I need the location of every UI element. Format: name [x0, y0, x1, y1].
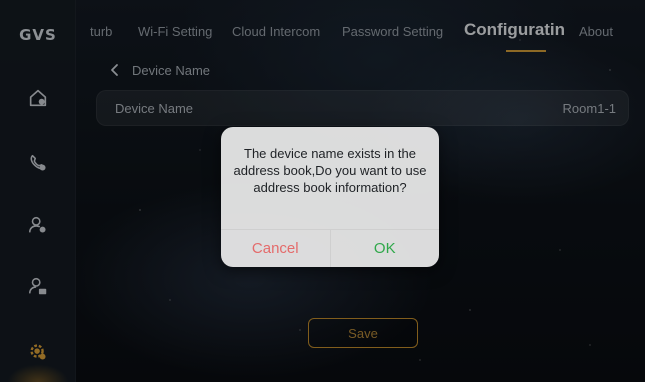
- cancel-button[interactable]: Cancel: [221, 230, 331, 267]
- dialog-message: The device name exists in the address bo…: [233, 146, 427, 195]
- app-screen: GVS turb Wi-Fi Setting Cloud Intercom Pa…: [0, 0, 645, 382]
- ok-button[interactable]: OK: [331, 230, 440, 267]
- confirm-dialog: The device name exists in the address bo…: [221, 127, 439, 267]
- dialog-actions: Cancel OK: [221, 229, 439, 267]
